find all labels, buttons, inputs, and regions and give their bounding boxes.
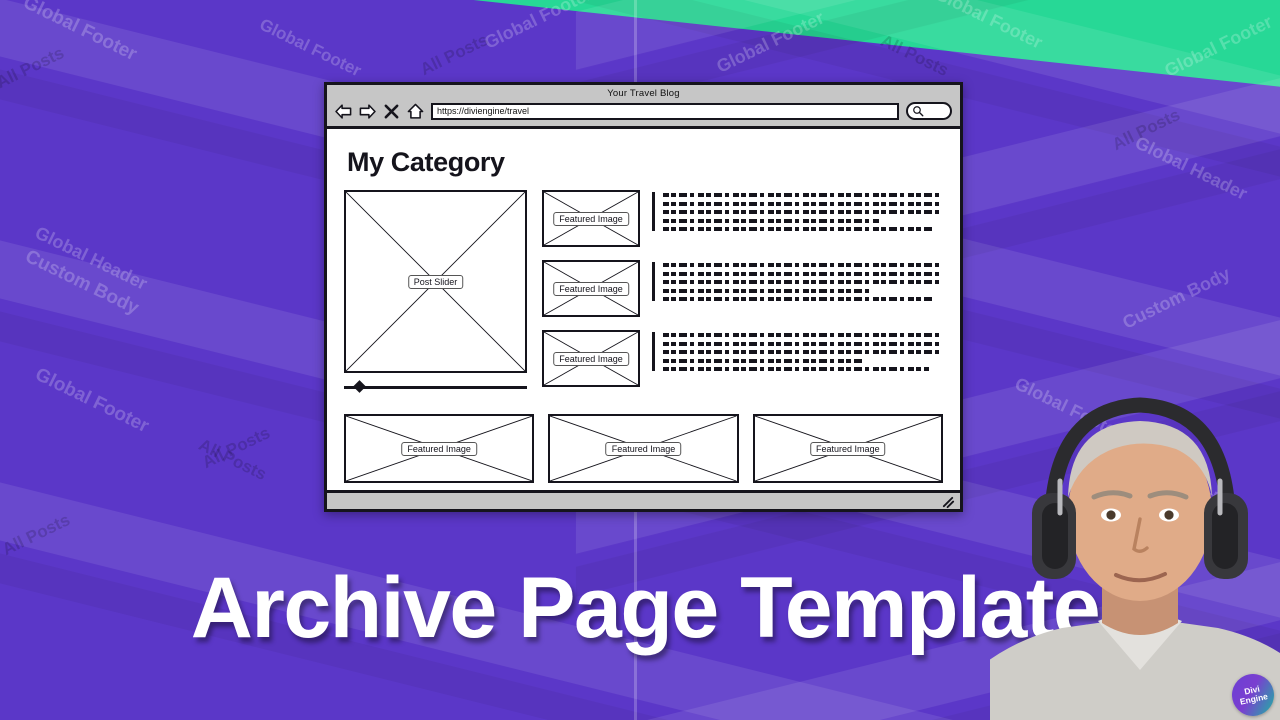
text-line (662, 350, 943, 354)
featured-grid: Featured Image Featured Image Featured I… (344, 414, 943, 483)
featured-image-label: Featured Image (553, 211, 629, 226)
post-slider-placeholder[interactable]: Post Slider (344, 190, 527, 373)
featured-image-label: Featured Image (605, 441, 682, 456)
close-x-icon[interactable] (383, 103, 400, 120)
featured-image-label: Featured Image (401, 441, 477, 456)
excerpt-rule (652, 192, 655, 231)
text-line (662, 201, 943, 206)
slider-scrollbar[interactable] (344, 380, 527, 393)
status-bar (327, 490, 960, 509)
presenter-illustration (990, 397, 1280, 720)
page-title: My Category (347, 147, 505, 177)
page-viewport: My Category Post Slider Featured Image F… (327, 129, 960, 490)
text-line (662, 271, 943, 276)
featured-image-placeholder[interactable]: Featured Image (344, 414, 535, 483)
slider-handle[interactable] (353, 380, 366, 393)
top-section: Post Slider Featured Image Featured Imag… (344, 190, 943, 393)
text-line (662, 297, 935, 301)
excerpt-rule (652, 332, 655, 371)
text-line (662, 210, 943, 214)
browser-chrome: Your Travel Blog https://diviengine/trav… (327, 85, 960, 129)
featured-image-label: Featured Image (553, 351, 629, 366)
resize-grip-icon[interactable] (942, 496, 955, 509)
window-title: Your Travel Blog (607, 88, 680, 99)
excerpt-lines (662, 332, 943, 371)
text-line (662, 280, 943, 284)
text-line (662, 193, 943, 197)
featured-image-label: Featured Image (810, 441, 886, 456)
home-icon[interactable] (407, 103, 424, 120)
presenter-portrait: Divi Engine (990, 385, 1280, 720)
search-button[interactable] (906, 102, 952, 120)
text-line (662, 227, 932, 231)
featured-image-placeholder[interactable]: Featured Image (542, 190, 640, 247)
browser-window: Your Travel Blog https://diviengine/trav… (324, 82, 963, 512)
excerpt-lines (662, 192, 943, 231)
featured-image-placeholder[interactable]: Featured Image (752, 414, 943, 483)
forward-arrow-icon[interactable] (359, 103, 376, 120)
post-list-item: Featured Image (542, 260, 943, 317)
text-line (662, 367, 929, 371)
back-arrow-icon[interactable] (335, 103, 352, 120)
address-bar-value: https://diviengine/travel (437, 106, 530, 116)
logo-line-2: Engine (1238, 691, 1269, 707)
post-list-item: Featured Image (542, 330, 943, 387)
text-line (662, 263, 943, 267)
post-excerpt (652, 260, 943, 301)
excerpt-lines (662, 262, 943, 301)
post-list-item: Featured Image (542, 190, 943, 247)
browser-toolbar: https://diviengine/travel (327, 102, 960, 122)
text-line (662, 333, 943, 337)
post-excerpt (652, 330, 943, 371)
excerpt-rule (652, 262, 655, 301)
post-slider-column: Post Slider (344, 190, 527, 393)
text-line (662, 358, 865, 363)
search-icon (913, 106, 924, 117)
text-line (662, 218, 882, 223)
featured-image-label: Featured Image (553, 281, 629, 296)
featured-image-placeholder[interactable]: Featured Image (542, 260, 640, 317)
address-bar[interactable]: https://diviengine/travel (431, 102, 899, 120)
text-line (662, 341, 943, 346)
post-slider-label: Post Slider (407, 274, 464, 289)
text-line (662, 288, 873, 293)
slider-rail (344, 386, 527, 389)
featured-image-placeholder[interactable]: Featured Image (542, 330, 640, 387)
post-list: Featured Image Featured Image Featured I… (542, 190, 943, 387)
featured-image-placeholder[interactable]: Featured Image (548, 414, 739, 483)
post-excerpt (652, 190, 943, 231)
